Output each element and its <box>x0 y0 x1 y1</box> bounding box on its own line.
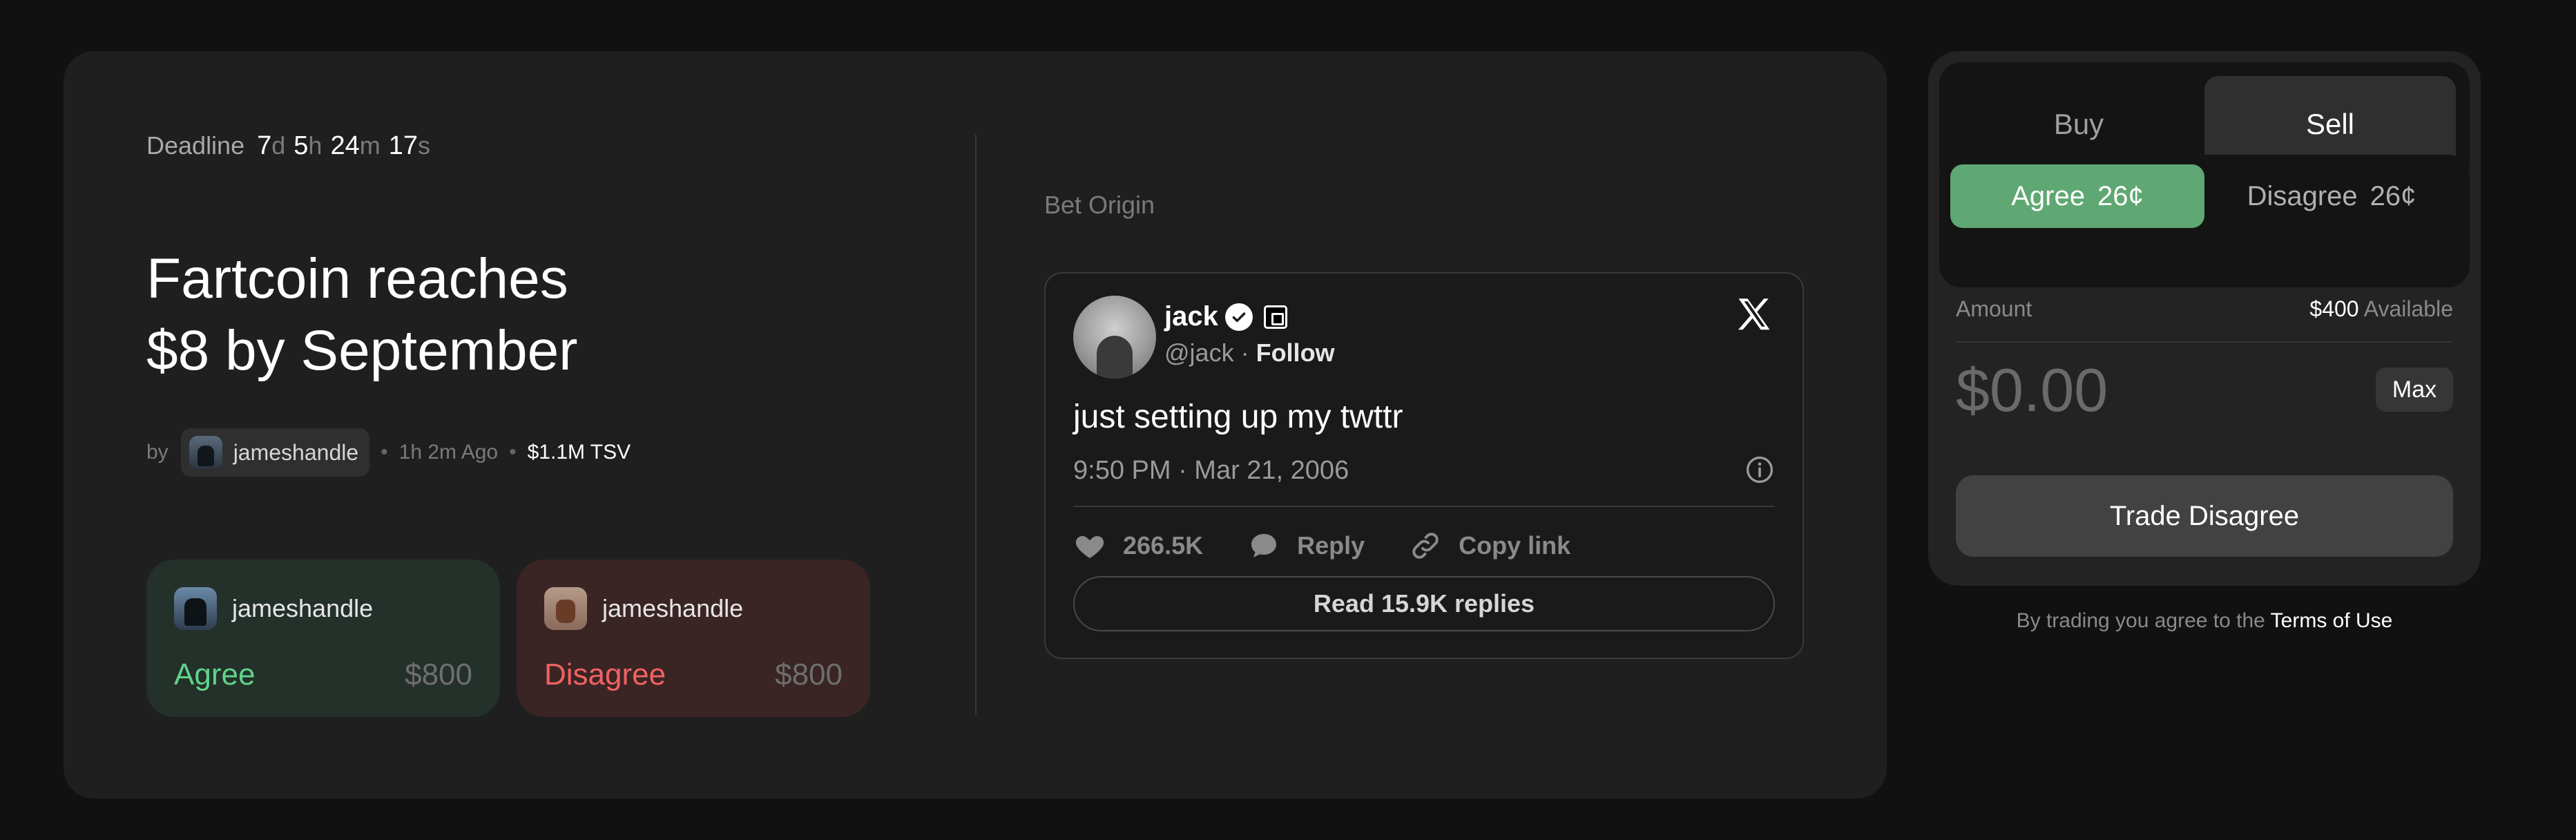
deadline-seconds: 17 <box>388 131 419 160</box>
verified-badge-icon <box>1224 303 1253 331</box>
side-selector: Agree 26¢ Disagree 26¢ <box>1939 155 2470 287</box>
market-title: Fartcoin reaches $8 by September <box>146 243 906 387</box>
available-balance: $400 Available <box>2309 296 2453 322</box>
agree-option[interactable]: Agree 26¢ <box>1950 164 2204 228</box>
deadline-minutes-unit: m <box>359 131 381 160</box>
position-user: jameshandle <box>174 587 373 630</box>
follow-link[interactable]: Follow <box>1256 338 1335 367</box>
deadline-seconds-unit: s <box>418 131 431 160</box>
separator: · <box>1240 338 1249 367</box>
bet-origin-label: Bet Origin <box>1044 191 1155 219</box>
vertical-divider <box>975 134 977 716</box>
amount-row: Amount $400 Available <box>1956 292 2453 326</box>
avatar <box>174 587 217 630</box>
position-side: Disagree <box>544 658 666 691</box>
by-label: by <box>146 441 169 464</box>
dot-separator: • <box>381 441 388 464</box>
affiliate-badge-icon <box>1263 305 1287 329</box>
disagree-position-card[interactable]: jameshandle Disagree $800 <box>517 560 870 717</box>
market-age: 1h 2m Ago <box>398 441 499 464</box>
available-value: $400 <box>2309 296 2359 321</box>
deadline-label: Deadline <box>146 131 245 160</box>
speech-bubble-icon <box>1251 534 1277 557</box>
available-label: Available <box>2363 296 2453 321</box>
tweet-author: jack <box>1164 301 1287 332</box>
avatar <box>189 436 222 469</box>
like-count: 266.5K <box>1123 531 1204 560</box>
like-button[interactable]: 266.5K <box>1073 529 1203 562</box>
tweet-handle-row: @jack · Follow <box>1164 338 1335 368</box>
creator-chip[interactable]: jameshandle <box>180 428 370 477</box>
market-title-line2: $8 by September <box>146 319 578 382</box>
agree-option-price: 26¢ <box>2097 180 2144 211</box>
amount-label: Amount <box>1956 296 2032 321</box>
tweet-actions: 266.5K Reply Copy link <box>1073 525 1615 566</box>
tweet-timestamp[interactable]: 9:50 PM · Mar 21, 2006 <box>1073 456 1349 486</box>
link-icon <box>1412 533 1439 559</box>
deadline-hours: 5 <box>294 131 309 160</box>
max-button[interactable]: Max <box>2376 368 2453 412</box>
copy-link-button[interactable]: Copy link <box>1409 529 1570 562</box>
terms-prefix: By trading you agree to the <box>2016 609 2265 632</box>
tweet-divider <box>1073 506 1775 507</box>
position-username: jameshandle <box>232 594 374 622</box>
position-side: Agree <box>174 658 256 691</box>
disagree-option-label: Disagree <box>2247 180 2358 211</box>
side-options: Agree 26¢ Disagree 26¢ <box>1950 164 2459 228</box>
deadline-hours-unit: h <box>308 131 323 160</box>
deadline-days-unit: d <box>271 131 286 160</box>
reply-label: Reply <box>1297 531 1365 560</box>
deadline-minutes: 24 <box>330 131 360 160</box>
deadline-countdown: Deadline 7d 5h 24 m 17 s <box>146 131 439 161</box>
x-logo-icon[interactable] <box>1733 294 1775 336</box>
heart-icon <box>1075 536 1104 558</box>
read-replies-button[interactable]: Read 15.9K replies <box>1073 576 1775 631</box>
creator-name: jameshandle <box>233 439 359 465</box>
tweet-author-name[interactable]: jack <box>1164 301 1218 332</box>
position-user: jameshandle <box>544 587 743 630</box>
avatar <box>544 587 587 630</box>
tweet-avatar[interactable] <box>1073 296 1156 379</box>
tweet-handle[interactable]: @jack <box>1164 338 1234 367</box>
market-tsv: $1.1M TSV <box>527 441 631 464</box>
position-amount: $800 <box>775 658 843 691</box>
position-amount: $800 <box>405 658 472 691</box>
market-title-line1: Fartcoin reaches <box>146 247 568 310</box>
terms-link[interactable]: Terms of Use <box>2271 609 2393 632</box>
position-username: jameshandle <box>602 594 744 622</box>
tweet-text: just setting up my twttr <box>1073 399 1403 435</box>
amount-divider <box>1956 341 2453 343</box>
deadline-days: 7 <box>257 131 272 160</box>
agree-position-card[interactable]: jameshandle Agree $800 <box>146 560 500 717</box>
copy-link-label: Copy link <box>1459 531 1571 560</box>
market-meta: by jameshandle • 1h 2m Ago • $1.1M TSV <box>146 428 631 477</box>
tweet-embed: jack @jack · Follow just setting up my twt… <box>1044 272 1804 659</box>
dot-separator: • <box>509 441 517 464</box>
disagree-option[interactable]: Disagree 26¢ <box>2204 164 2459 228</box>
amount-input[interactable] <box>1956 355 2315 426</box>
reply-button[interactable]: Reply <box>1247 529 1365 562</box>
info-icon[interactable] <box>1744 455 1775 485</box>
disagree-option-price: 26¢ <box>2370 180 2416 211</box>
trade-button[interactable]: Trade Disagree <box>1956 475 2453 557</box>
agree-option-label: Agree <box>2011 180 2085 211</box>
trade-panel: Buy Sell Agree 26¢ Disagree 26¢ Amount $… <box>1928 51 2481 586</box>
terms-notice: By trading you agree to the Terms of Use <box>1928 609 2481 633</box>
